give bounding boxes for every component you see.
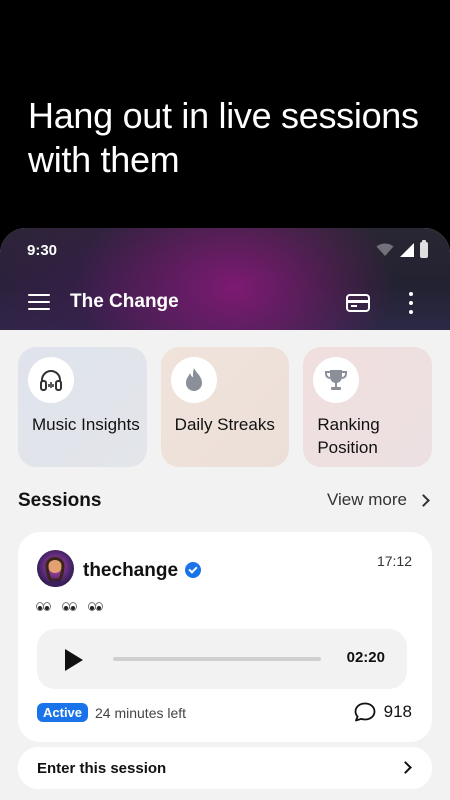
session-card[interactable]: thechange 17:12 02:20 Active 24 minutes … bbox=[18, 532, 432, 742]
tile-label: Daily Streaks bbox=[174, 415, 275, 434]
tile-label: Music Insights bbox=[32, 415, 140, 434]
time-left: 24 minutes left bbox=[95, 705, 187, 721]
status-icons bbox=[376, 240, 428, 258]
tile-daily-streaks[interactable]: Daily Streaks bbox=[160, 347, 290, 467]
tile-label: Ranking Position bbox=[317, 415, 380, 457]
chevron-right-icon bbox=[417, 493, 430, 507]
sessions-title: Sessions bbox=[18, 490, 102, 511]
battery-icon bbox=[420, 240, 428, 258]
card-icon[interactable] bbox=[346, 294, 370, 312]
eyes-emoji bbox=[87, 598, 103, 614]
tile-music-insights[interactable]: Music Insights bbox=[18, 347, 147, 467]
view-more-link[interactable]: View more bbox=[327, 490, 430, 510]
promo-headline: Hang out in live sessions with them bbox=[28, 95, 419, 180]
session-timestamp: 17:12 bbox=[376, 553, 412, 569]
chevron-right-icon bbox=[399, 761, 412, 774]
session-message bbox=[36, 598, 108, 614]
comment-icon[interactable] bbox=[354, 702, 376, 722]
signal-icon bbox=[400, 243, 414, 257]
enter-session-label: Enter this session bbox=[37, 760, 167, 777]
verified-icon bbox=[185, 562, 201, 578]
app-title: The Change bbox=[70, 291, 179, 312]
headphones-icon bbox=[28, 357, 74, 403]
status-badge: Active bbox=[37, 703, 89, 722]
eyes-emoji bbox=[61, 598, 77, 614]
menu-icon[interactable] bbox=[28, 294, 50, 310]
phone-screen: 9:30 The Change Music Insights Daily Str… bbox=[0, 228, 450, 800]
flame-icon bbox=[170, 357, 217, 403]
tile-ranking-position[interactable]: Ranking Position bbox=[303, 347, 433, 467]
sessions-header: Sessions View more bbox=[18, 486, 432, 516]
audio-player: 02:20 bbox=[37, 629, 407, 689]
audio-progress-bar[interactable] bbox=[113, 657, 321, 661]
feature-tiles: Music Insights Daily Streaks Ranking Pos… bbox=[18, 347, 433, 467]
more-vertical-icon[interactable] bbox=[408, 292, 414, 314]
audio-duration: 02:20 bbox=[346, 649, 385, 666]
status-time: 9:30 bbox=[27, 242, 58, 259]
app-header: 9:30 The Change bbox=[0, 228, 450, 330]
wifi-icon bbox=[376, 243, 394, 256]
promo-banner: Hang out in live sessions with them bbox=[0, 0, 450, 228]
eyes-emoji bbox=[36, 598, 51, 614]
comment-count: 918 bbox=[383, 702, 412, 721]
view-more-label: View more bbox=[327, 490, 407, 509]
trophy-icon bbox=[313, 357, 360, 403]
enter-session-button[interactable]: Enter this session bbox=[18, 747, 432, 789]
username[interactable]: thechange bbox=[83, 560, 178, 582]
play-icon[interactable] bbox=[65, 649, 83, 671]
avatar[interactable] bbox=[37, 550, 74, 587]
